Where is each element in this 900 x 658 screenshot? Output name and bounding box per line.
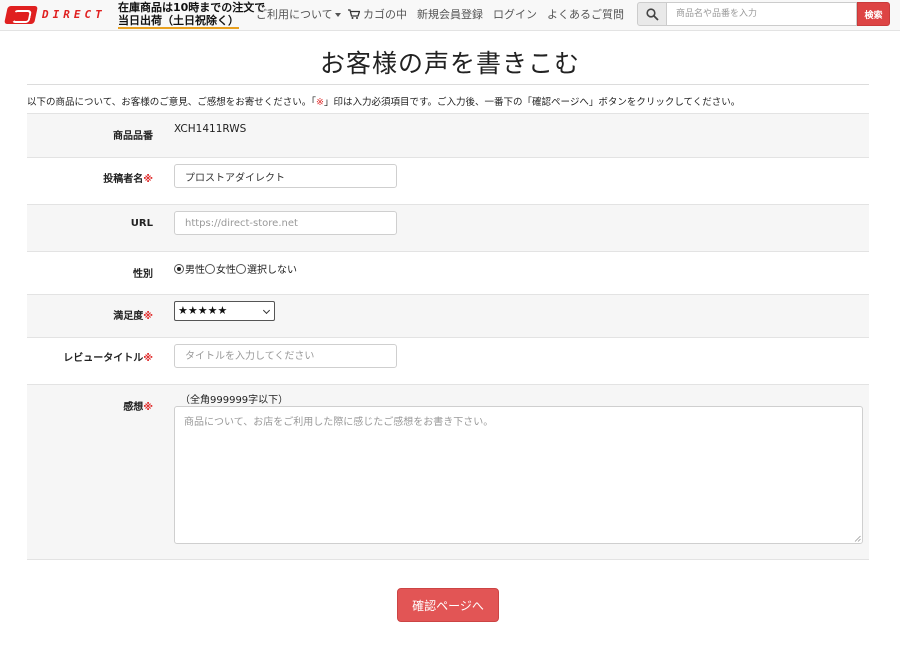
required-mark: ※ [143,402,153,413]
impression-textarea[interactable] [174,406,863,544]
form-row-impression: 感想※ （全角999999字以下） [27,384,869,559]
nav-guide-dropdown[interactable]: ご利用について [256,0,341,31]
gender-option-label: 女性 [216,265,236,276]
name-input[interactable] [174,164,397,188]
rating-select[interactable]: ★★★★★ [174,301,275,321]
logo-mark-icon [4,6,38,24]
form-bottom-divider [27,559,869,560]
nav-guide-label: ご利用について [256,8,333,21]
intro-required-mark: ※ [316,97,324,108]
review-title-label-text: レビュータイトル [63,353,144,364]
form-row-name: 投稿者名※ [27,157,869,204]
gender-option-label: 選択しない [247,265,297,276]
shipping-notice: 在庫商品は10時までの注文で 当日出荷（土日祝除く） [118,1,266,29]
form-row-review-title: レビュータイトル※ [27,337,869,384]
radio-icon [205,264,215,274]
search-button[interactable]: 検索 [857,2,890,26]
form-row-product-code: 商品品番 XCH1411RWS [27,113,869,157]
gender-radio-group: 男性 女性 選択しない [174,261,297,276]
gender-option-female[interactable]: 女性 [205,264,236,276]
nav-cart-link[interactable]: カゴの中 [348,0,407,31]
product-code-label: 商品品番 [113,131,153,142]
search-icon-button[interactable] [637,2,667,26]
intro-text-after: 」印は入力必須項目です。ご入力後、一番下の「確認ページへ」ボタンをクリックしてく… [323,97,741,108]
url-label: URL [130,218,153,229]
logo-text: DIRECT [42,8,106,21]
gender-option-male[interactable]: 男性 [174,264,205,276]
caret-down-icon [334,13,341,17]
product-code-value: XCH1411RWS [174,123,247,135]
chevron-down-icon [262,306,271,315]
confirm-page-button[interactable]: 確認ページへ [397,588,499,622]
nav-faq-link[interactable]: よくあるご質問 [547,0,624,31]
shipping-notice-line2: 当日出荷（土日祝除く） [118,14,239,29]
resize-grip-icon[interactable] [854,535,861,542]
nav-login-link[interactable]: ログイン [493,0,537,31]
radio-selected-icon [174,264,184,274]
required-mark: ※ [143,311,153,322]
form-row-gender: 性別 男性 女性 選択しない [27,251,869,294]
form-row-url: URL [27,204,869,251]
radio-icon [236,264,246,274]
gender-label: 性別 [133,269,153,280]
nav-cart-label: カゴの中 [363,8,407,21]
site-header: DIRECT 在庫商品は10時までの注文で 当日出荷（土日祝除く） ご利用につい… [0,0,900,31]
url-input[interactable] [174,211,397,235]
cart-icon [348,9,360,19]
required-mark: ※ [143,353,153,364]
required-mark: ※ [143,174,153,185]
name-label-text: 投稿者名 [103,174,144,185]
intro-text-before: 以下の商品について、お客様のご意見、ご感想をお寄せください。「 [27,97,316,108]
search-input[interactable] [667,2,857,26]
rating-label: 満足度※ [27,307,153,322]
gender-option-none[interactable]: 選択しない [236,264,297,276]
rating-select-value: ★★★★★ [178,304,228,317]
gender-option-label: 男性 [185,265,205,276]
shipping-notice-line1: 在庫商品は10時までの注文で [118,1,266,14]
search-icon [646,8,659,21]
site-logo[interactable]: DIRECT [4,6,106,24]
impression-limit-note: （全角999999字以下） [180,395,289,406]
page-title: お客様の声を書きこむ [319,49,580,78]
title-divider [27,84,869,85]
review-title-input[interactable] [174,344,397,368]
form-row-rating: 満足度※ ★★★★★ [27,294,869,337]
nav-register-link[interactable]: 新規会員登録 [417,0,483,31]
impression-label-text: 感想 [123,402,144,413]
intro-text: 以下の商品について、お客様のご意見、ご感想をお寄せください。「※」印は入力必須項… [27,94,887,108]
review-title-label: レビュータイトル※ [27,349,153,364]
rating-label-text: 満足度 [113,311,144,322]
name-label: 投稿者名※ [27,170,153,185]
impression-label: 感想※ [27,398,153,413]
